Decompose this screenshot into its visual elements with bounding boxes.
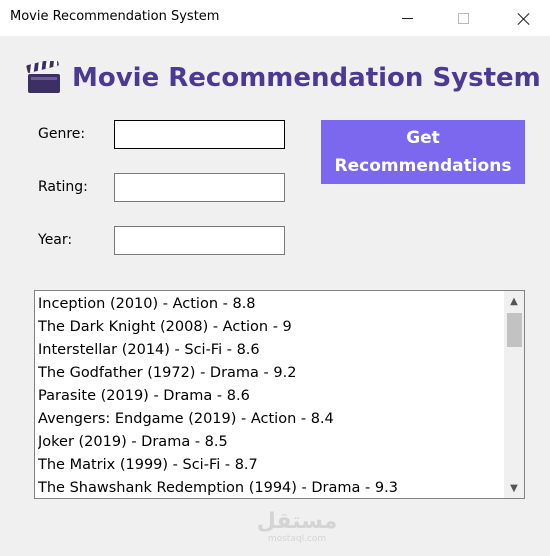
- get-recommendations-button[interactable]: Get Recommendations: [321, 120, 525, 184]
- maximize-icon: [457, 12, 469, 24]
- minimize-icon: [401, 17, 413, 19]
- list-item[interactable]: Joker (2019) - Drama - 8.5: [38, 431, 502, 454]
- scroll-up-icon[interactable]: ▲: [504, 291, 524, 311]
- watermark-logo: مستقل: [256, 509, 338, 534]
- vertical-scrollbar[interactable]: ▲ ▼: [504, 291, 524, 498]
- rating-label: Rating:: [38, 179, 88, 195]
- watermark-url: mostaql.com: [267, 534, 327, 544]
- list-item[interactable]: The Matrix (1999) - Sci-Fi - 8.7: [38, 454, 502, 477]
- list-item[interactable]: Interstellar (2014) - Sci-Fi - 8.6: [38, 339, 502, 362]
- genre-label: Genre:: [38, 126, 86, 142]
- genre-input[interactable]: [114, 120, 285, 149]
- close-icon: [517, 12, 530, 25]
- recommendations-listbox[interactable]: Inception (2010) - Action - 8.8 The Dark…: [34, 290, 525, 499]
- list-item[interactable]: The Godfather (1972) - Drama - 9.2: [38, 362, 502, 385]
- year-label: Year:: [38, 232, 73, 248]
- title-bar: Movie Recommendation System: [0, 0, 550, 36]
- list-item[interactable]: Inception (2010) - Action - 8.8: [38, 293, 502, 316]
- scroll-down-icon[interactable]: ▼: [504, 478, 524, 498]
- window-title: Movie Recommendation System: [10, 9, 220, 24]
- minimize-button[interactable]: [384, 0, 430, 36]
- year-input[interactable]: [114, 226, 285, 255]
- close-button[interactable]: [500, 0, 546, 36]
- list-item[interactable]: Parasite (2019) - Drama - 8.6: [38, 385, 502, 408]
- list-item[interactable]: The Shawshank Redemption (1994) - Drama …: [38, 477, 502, 498]
- list-item[interactable]: The Dark Knight (2008) - Action - 9: [38, 316, 502, 339]
- watermark: مستقل mostaql.com: [252, 509, 342, 545]
- list-item[interactable]: Avengers: Endgame (2019) - Action - 8.4: [38, 408, 502, 431]
- app-heading: Movie Recommendation System: [26, 58, 541, 98]
- maximize-button[interactable]: [440, 0, 486, 36]
- clapperboard-icon: [26, 61, 60, 93]
- rating-input[interactable]: [114, 173, 285, 202]
- recommendations-list: Inception (2010) - Action - 8.8 The Dark…: [38, 293, 502, 498]
- scroll-thumb[interactable]: [507, 313, 522, 347]
- app-heading-title: Movie Recommendation System: [72, 63, 541, 93]
